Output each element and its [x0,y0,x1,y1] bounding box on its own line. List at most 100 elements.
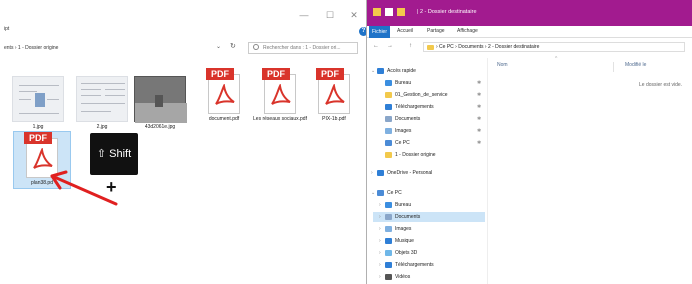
folder-icon [385,151,392,158]
file-name: Les réseaux sociaux.pdf [253,116,307,122]
pdf-icon: PDF [262,68,298,114]
chevron-down-icon[interactable]: ⌄ [216,43,221,50]
pin-icon[interactable]: ✱ [477,138,481,148]
minimize-button[interactable]: — [296,10,312,20]
search-input[interactable]: Rechercher dans : 1 - Dossier ori... [248,42,358,54]
new-folder-icon[interactable] [397,8,405,16]
nav-item[interactable]: › Téléchargements [373,260,485,270]
nav-item[interactable]: › OneDrive - Personal [371,168,483,178]
pc-icon [385,139,392,146]
nav-item-label: Ce PC [387,190,402,196]
chevron-right-icon[interactable]: › [379,212,381,222]
properties-icon[interactable] [385,8,393,16]
ribbon-tabs: Fichier Accueil Partage Affichage [367,26,692,38]
chevron-right-icon[interactable]: › [379,224,381,234]
nav-item-label: Images [395,128,412,134]
pin-icon[interactable]: ✱ [477,126,481,136]
image-thumbnail [12,76,64,122]
folder-icon [385,91,392,98]
tab-partage[interactable]: Partage [427,28,445,34]
file-item[interactable]: PDF document.pdf [196,68,252,122]
cloud-icon [377,169,384,176]
source-title-bar: ipt — ☐ ✕ [0,0,366,34]
nav-item[interactable]: Images ✱ [373,126,485,136]
images-icon [385,225,392,232]
pin-icon[interactable]: ✱ [477,90,481,100]
pdf-icon: PDF [206,68,242,114]
chevron-right-icon[interactable]: › [379,248,381,258]
nav-item-label: Téléchargements [395,104,434,110]
chevron-right-icon[interactable]: › [379,272,381,282]
nav-item[interactable]: › Images [373,224,485,234]
back-button[interactable]: ← [373,43,379,49]
pin-icon[interactable]: ✱ [477,102,481,112]
refresh-icon[interactable]: ↻ [230,42,236,50]
pc-icon [377,189,384,196]
nav-item[interactable]: Ce PC ✱ [373,138,485,148]
file-name: 1.jpg [32,124,44,130]
folder-icon [373,8,381,16]
folder-icon [427,45,434,50]
file-item[interactable]: 43d2061e.jpg [132,76,188,130]
tab-affichage[interactable]: Affichage [457,28,478,34]
up-button[interactable]: ↑ [409,43,412,49]
file-item[interactable]: 1.jpg [10,76,66,130]
column-divider[interactable] [613,62,614,72]
download-icon [385,261,392,268]
download-icon [385,103,392,110]
file-item[interactable]: 2.jpg [74,76,130,130]
nav-item[interactable]: › Bureau [373,200,485,210]
nav-item-label: Documents [395,116,421,122]
file-name: PIX-1b.pdf [322,116,346,122]
nav-item-label: Accès rapide [387,68,416,74]
nav-item[interactable]: 01_Gestion_de_service ✱ [373,90,485,100]
destination-title-bar: | 2 - Dossier destinataire [367,0,692,26]
chevron-right-icon[interactable]: › [379,236,381,246]
pane-divider[interactable] [487,58,488,284]
column-header-name[interactable]: Nom [497,62,508,68]
music-icon [385,237,392,244]
nav-item[interactable]: Documents ✱ [373,114,485,124]
maximize-button[interactable]: ☐ [322,10,338,21]
folder-blue-icon [385,79,392,86]
nav-item[interactable]: 1 - Dossier origine [373,150,485,160]
star-icon [377,67,384,74]
chevron-down-icon[interactable]: ⌄ [371,66,375,76]
breadcrumb[interactable]: › Ce PC › Documents › 2 - Dossier destin… [423,42,685,52]
tab-accueil[interactable]: Accueil [397,28,413,34]
nav-item[interactable]: ⌄ Accès rapide [371,66,483,76]
file-item[interactable]: PDF Les réseaux sociaux.pdf [252,68,308,122]
file-item[interactable]: PDF PIX-1b.pdf [306,68,362,122]
close-button[interactable]: ✕ [346,10,362,21]
chevron-right-icon[interactable]: › [371,168,373,178]
nav-item[interactable]: › Documents [373,212,485,222]
folder-blue-icon [385,201,392,208]
nav-item-label: Musique [395,238,414,244]
help-icon[interactable]: ? [359,27,366,36]
pin-icon[interactable]: ✱ [477,78,481,88]
documents-icon [385,115,392,122]
column-header-modified[interactable]: Modifié le [625,62,646,68]
nav-item[interactable]: › Musique [373,236,485,246]
tab-fichier[interactable]: Fichier [369,26,391,38]
chevron-down-icon[interactable]: ⌄ [371,188,375,198]
documents-icon [385,213,392,220]
forward-button[interactable]: → [387,43,393,49]
photo-thumbnail [134,76,187,123]
file-name: 2.jpg [96,124,108,130]
nav-item[interactable]: ⌄ Ce PC [371,188,483,198]
empty-folder-message: Le dossier est vide. [639,82,683,88]
nav-item[interactable]: Téléchargements ✱ [373,102,485,112]
nav-item-label: Images [395,226,412,232]
nav-item[interactable]: › Objets 3D [373,248,485,258]
nav-item-label: Ce PC [395,140,410,146]
destination-explorer-window: | 2 - Dossier destinataire Fichier Accue… [366,0,692,284]
source-address-path[interactable]: ents › 1 - Dossier origine [0,43,226,53]
nav-item-label: Documents [395,214,421,220]
nav-item[interactable]: Bureau ✱ [373,78,485,88]
pdf-icon: PDF [316,68,352,114]
chevron-right-icon[interactable]: › [379,260,381,270]
chevron-right-icon[interactable]: › [379,200,381,210]
pin-icon[interactable]: ✱ [477,114,481,124]
nav-item[interactable]: › Vidéos [373,272,485,282]
